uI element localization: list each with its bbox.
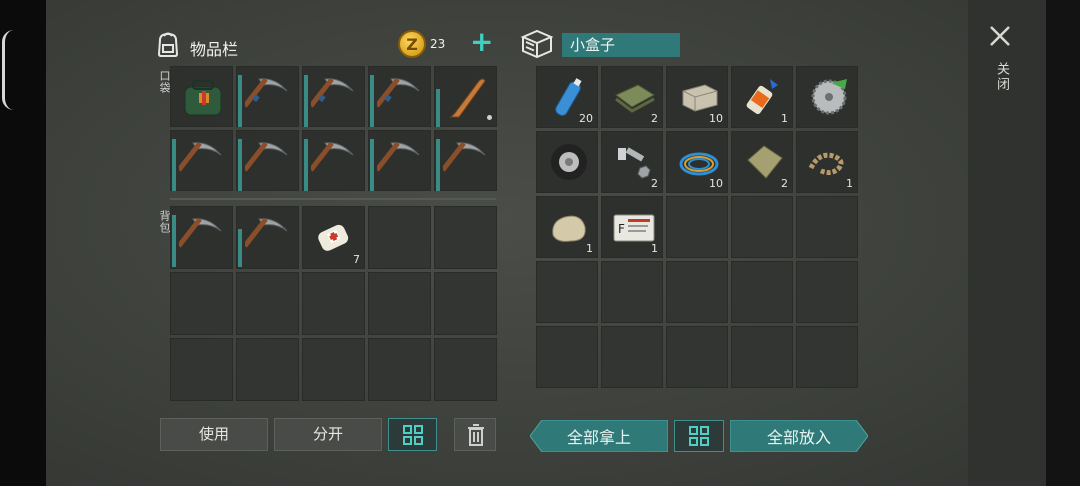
pocket-slot[interactable] — [170, 66, 233, 127]
container-slot[interactable]: 2 — [731, 131, 793, 193]
container-slot[interactable]: 2 — [601, 131, 663, 193]
pocket-slot[interactable] — [236, 130, 299, 191]
container-slot[interactable] — [731, 326, 793, 388]
pocket-slot[interactable] — [434, 130, 497, 191]
backpack-slot[interactable] — [236, 206, 299, 269]
backpack-slot[interactable] — [302, 272, 365, 335]
backpack-slot[interactable] — [434, 338, 497, 401]
container-slot[interactable] — [666, 196, 728, 258]
pickaxe-icon — [443, 141, 486, 172]
pickaxe-icon — [245, 217, 288, 248]
pocket-slot[interactable] — [368, 130, 431, 191]
container-slot[interactable]: 10 — [666, 66, 728, 128]
trash-button[interactable] — [454, 418, 496, 451]
pocket-slot[interactable] — [368, 66, 431, 127]
backpack-slot[interactable] — [236, 272, 299, 335]
coin-count: 23 — [430, 37, 446, 51]
pocket-slot[interactable] — [170, 130, 233, 191]
close-icon[interactable] — [988, 24, 1012, 48]
pickaxe-icon — [245, 141, 288, 172]
backpack-slot[interactable] — [170, 206, 233, 269]
container-slot[interactable] — [796, 326, 858, 388]
box-icon — [520, 29, 554, 59]
pocket-slot[interactable] — [302, 66, 365, 127]
split-button[interactable]: 分开 — [274, 418, 382, 451]
pickaxe-icon — [311, 141, 354, 172]
backpack-slot[interactable] — [368, 272, 431, 335]
screen-bezel-right — [1046, 0, 1080, 486]
container-slot[interactable] — [666, 261, 728, 323]
saw-blade-icon — [811, 79, 847, 115]
put-all-button[interactable]: 全部放入 — [730, 420, 868, 452]
container-slot[interactable] — [731, 196, 793, 258]
sort-button[interactable] — [388, 418, 437, 451]
pickaxe-icon — [311, 77, 354, 108]
container-slot[interactable] — [796, 196, 858, 258]
backpack-slot[interactable] — [170, 338, 233, 401]
pocket-slot[interactable] — [236, 66, 299, 127]
pickaxe-icon — [179, 217, 222, 248]
container-slot[interactable]: 10 — [666, 131, 728, 193]
backpack-icon — [157, 32, 179, 57]
container-slot[interactable]: 2 — [601, 66, 663, 128]
container-slot[interactable] — [601, 326, 663, 388]
backpack-slot[interactable] — [368, 338, 431, 401]
container-slot[interactable] — [796, 261, 858, 323]
close-label[interactable]: 关闭 — [992, 62, 1011, 92]
container-grid: 20 2 10 1 2 10 2 1 1 F 1 — [536, 66, 858, 400]
backpack-slot[interactable] — [170, 272, 233, 335]
tire-icon — [551, 144, 587, 180]
backpack-slot[interactable] — [236, 338, 299, 401]
backpack-slot[interactable] — [434, 272, 497, 335]
backpack-slot[interactable] — [434, 206, 497, 269]
add-coins-button[interactable]: + — [470, 28, 493, 56]
pickaxe-icon — [377, 141, 420, 172]
svg-text:F: F — [618, 222, 625, 236]
container-slot[interactable]: 20 — [536, 66, 598, 128]
container-slot[interactable] — [601, 261, 663, 323]
backpack-slot[interactable] — [368, 206, 431, 269]
container-slot[interactable]: 1 — [536, 196, 598, 258]
pocket-grid — [170, 66, 497, 191]
take-all-button[interactable]: 全部拿上 — [530, 420, 668, 452]
grid-sort-icon — [403, 425, 423, 445]
bandage-icon — [318, 224, 349, 251]
container-slot[interactable]: 1 — [796, 131, 858, 193]
container-slot[interactable] — [731, 261, 793, 323]
container-sort-button[interactable] — [674, 420, 724, 452]
baseball-bat-icon — [449, 78, 486, 118]
container-slot[interactable] — [536, 261, 598, 323]
pocket-slot[interactable] — [302, 130, 365, 191]
container-slot[interactable]: 1 — [731, 66, 793, 128]
backpack-grid: 7 — [170, 206, 497, 401]
backpack-slot[interactable]: 7 — [302, 206, 365, 269]
pickaxe-icon — [245, 77, 288, 108]
screen-bezel-left — [0, 0, 46, 486]
pocket-slot[interactable] — [434, 66, 497, 127]
trash-icon — [468, 424, 484, 446]
container-title: 小盒子 — [562, 33, 680, 57]
container-slot[interactable] — [796, 66, 858, 128]
backpack-slot[interactable] — [302, 338, 365, 401]
coin-icon: Z — [398, 30, 426, 58]
section-divider — [170, 198, 496, 200]
pickaxe-icon — [377, 77, 420, 108]
container-slot[interactable] — [666, 326, 728, 388]
pickaxe-icon — [179, 141, 222, 172]
use-button[interactable]: 使用 — [160, 418, 268, 451]
container-slot[interactable]: F 1 — [601, 196, 663, 258]
medkit-bag-icon — [184, 80, 222, 116]
container-slot[interactable] — [536, 131, 598, 193]
grid-sort-icon — [689, 426, 709, 446]
container-slot[interactable] — [536, 326, 598, 388]
inventory-title: 物品栏 — [190, 40, 239, 59]
